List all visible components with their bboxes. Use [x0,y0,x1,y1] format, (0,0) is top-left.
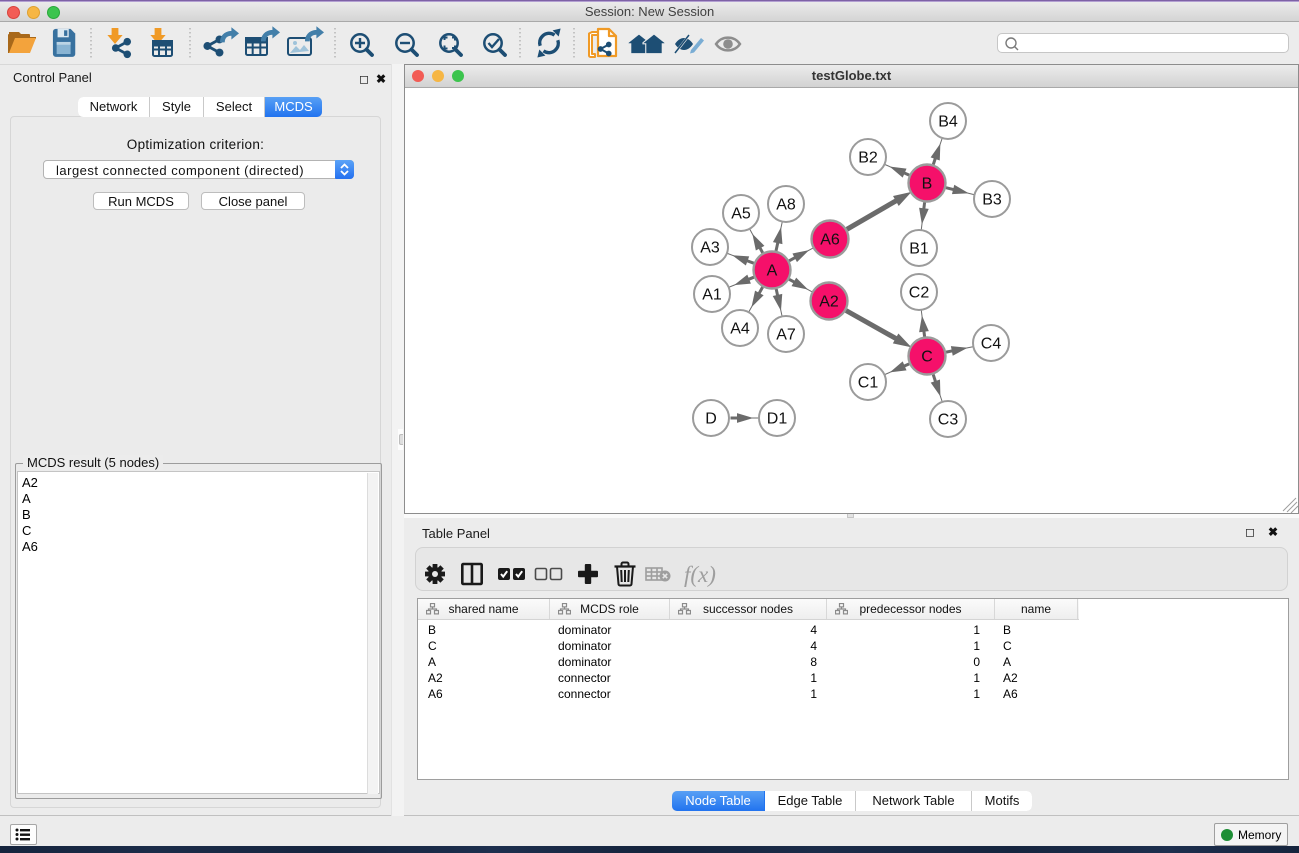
svg-text:D: D [705,411,717,428]
svg-text:C: C [921,349,933,366]
svg-text:A4: A4 [730,321,750,338]
svg-text:C2: C2 [909,285,930,302]
svg-text:C4: C4 [981,336,1002,353]
svg-text:B2: B2 [858,150,878,167]
svg-text:A6: A6 [820,232,840,249]
svg-text:A2: A2 [819,294,839,311]
svg-text:B4: B4 [938,114,958,131]
svg-text:A3: A3 [700,240,720,257]
svg-text:f(x): f(x) [684,562,716,587]
svg-text:B3: B3 [982,192,1002,209]
svg-text:A1: A1 [702,287,722,304]
svg-text:A7: A7 [776,327,796,344]
svg-text:A8: A8 [776,197,796,214]
svg-text:C1: C1 [858,375,879,392]
svg-text:C3: C3 [938,412,959,429]
svg-text:A5: A5 [731,206,751,223]
svg-text:B: B [922,176,933,193]
svg-text:A: A [767,263,778,280]
svg-text:B1: B1 [909,241,929,258]
svg-text:D1: D1 [767,411,788,428]
